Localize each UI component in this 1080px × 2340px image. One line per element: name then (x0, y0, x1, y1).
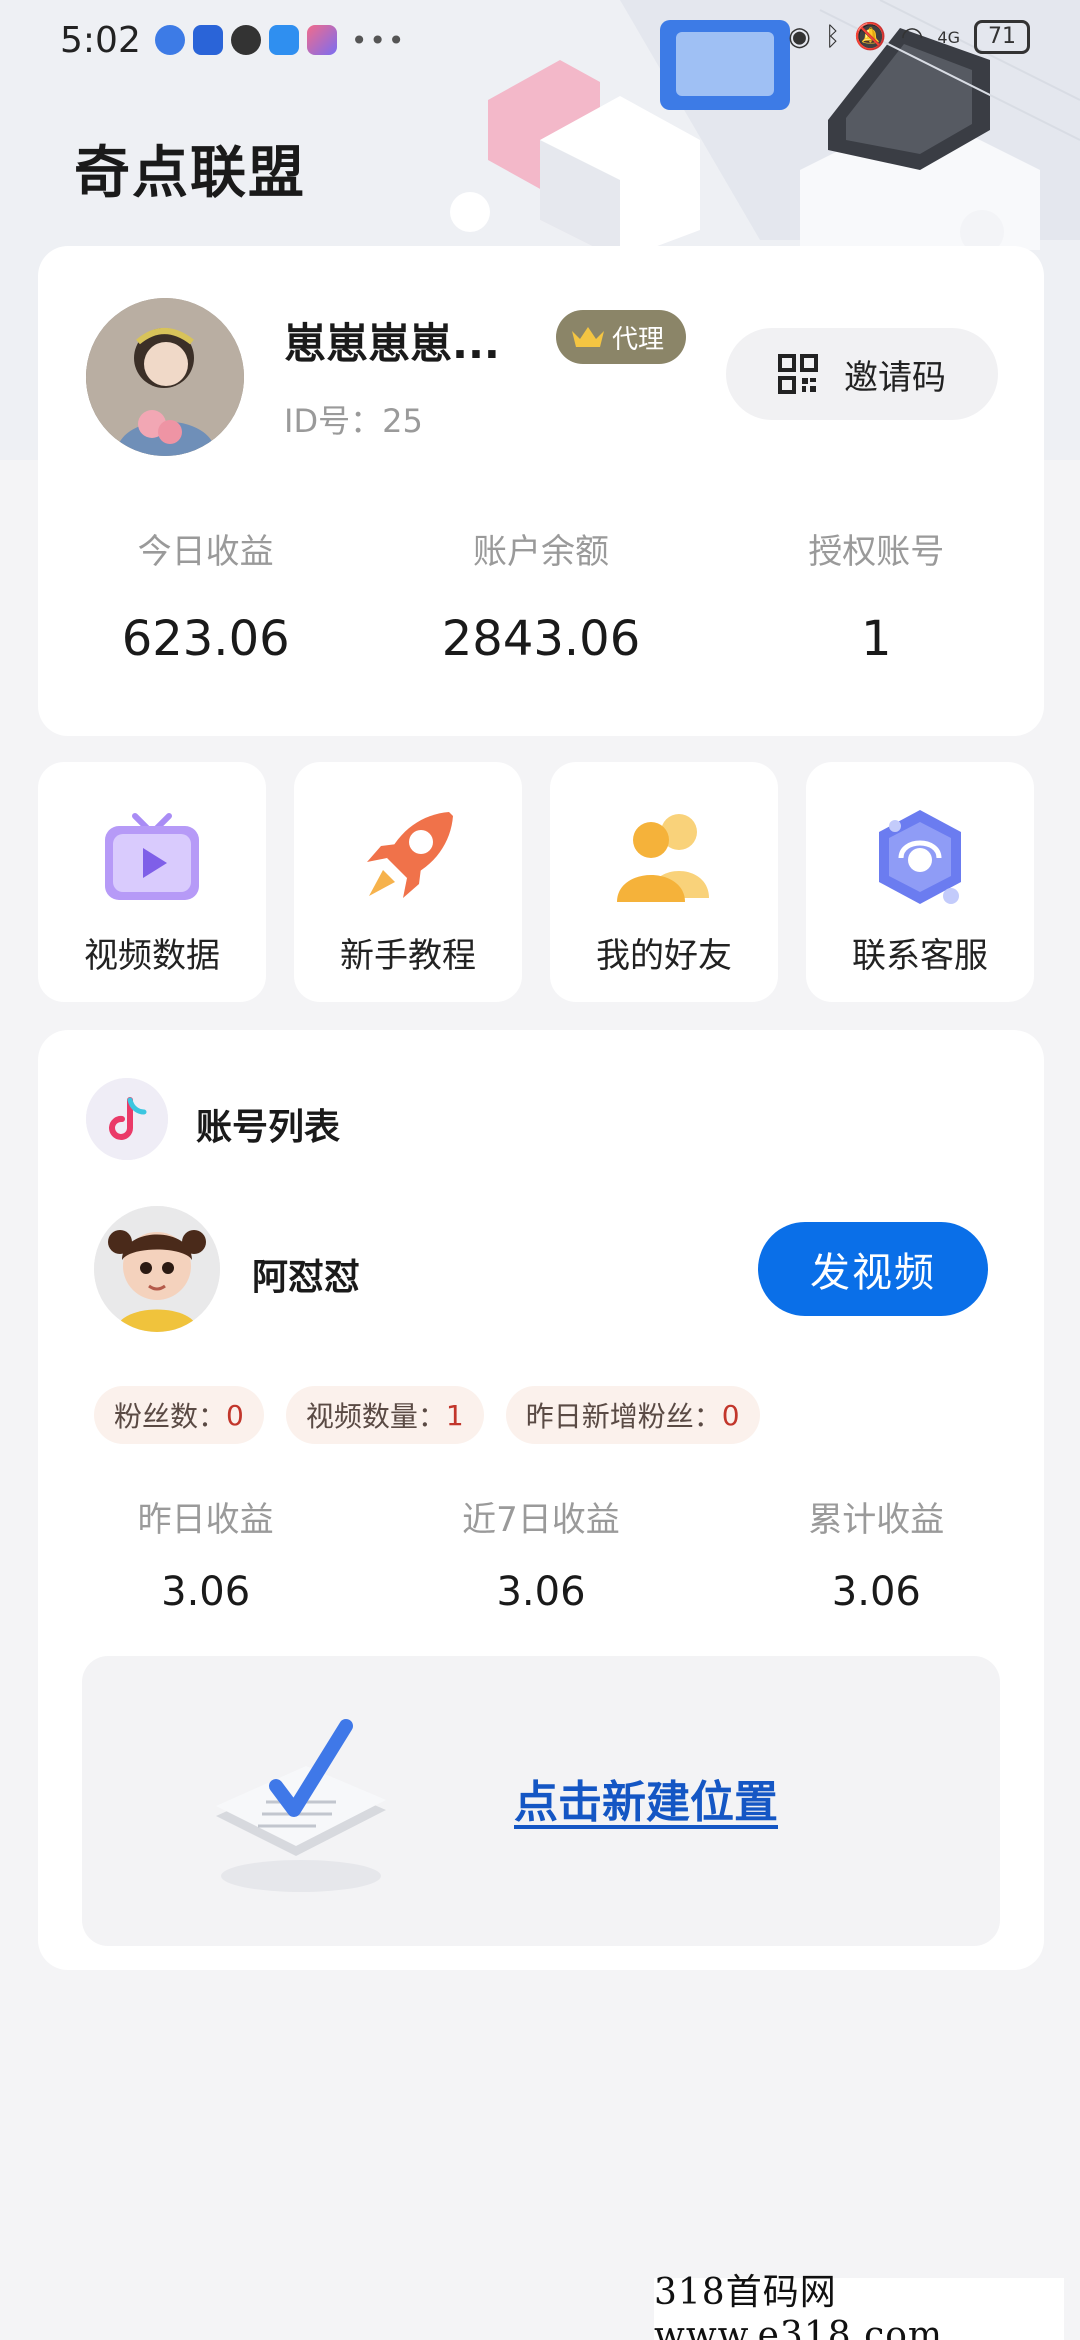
user-id: ID号：25 (284, 402, 423, 440)
account-tags: 粉丝数： 0 视频数量： 1 昨日新增粉丝： 0 (94, 1386, 760, 1444)
stat-7day-earnings: 近7日收益 3.06 (373, 1492, 708, 1615)
notification-icons: ••• (154, 23, 407, 57)
shortcut-label: 视频数据 (84, 936, 220, 976)
customer-service-icon (879, 810, 961, 904)
qr-code-icon (778, 354, 818, 394)
tag-value: 1 (445, 1398, 464, 1432)
new-followers-tag: 昨日新增粉丝： 0 (505, 1386, 760, 1444)
weather-icon (268, 25, 299, 55)
account-avatar[interactable] (94, 1206, 220, 1332)
douyin-icon (86, 1078, 168, 1160)
bulb-icon (192, 25, 223, 55)
stat-total-earnings: 累计收益 3.06 (709, 1492, 1044, 1615)
chat-icon (230, 25, 261, 55)
more-notifications-icon: ••• (350, 23, 407, 57)
battery-icon: 71 (974, 20, 1030, 54)
watermark: 318首码网 www.e318.com (654, 2272, 1064, 2340)
network-label: 4G (937, 27, 960, 47)
page-title: 奇点联盟 (74, 141, 306, 206)
stat-account-balance[interactable]: 账户余额 2843.06 (373, 524, 708, 667)
account-earnings-stats: 昨日收益 3.06 近7日收益 3.06 累计收益 3.06 (38, 1492, 1044, 1615)
stat-value: 3.06 (496, 1569, 586, 1615)
document-check-icon (216, 1719, 386, 1892)
wifi-icon: ◠ (900, 22, 924, 52)
stat-value: 623.06 (121, 611, 290, 667)
stat-value: 3.06 (161, 1569, 251, 1615)
stat-label: 授权账号 (808, 532, 945, 572)
tag-value: 0 (226, 1398, 244, 1432)
tag-value: 0 (721, 1398, 740, 1432)
tag-label: 视频数量： (305, 1400, 446, 1433)
new-position-panel[interactable]: 点击新建位置 (82, 1656, 1000, 1946)
invite-code-label: 邀请码 (844, 357, 946, 398)
friends-icon (617, 814, 709, 902)
stat-authorized-accounts[interactable]: 授权账号 1 (709, 524, 1044, 667)
status-right: ◉ ᛒ 🔕 ◠ 4G 71 (788, 20, 1030, 54)
stat-label: 近7日收益 (462, 1500, 620, 1540)
mute-bell-icon: 🔕 (854, 22, 887, 52)
stat-value: 2843.06 (441, 611, 641, 667)
account-name: 阿怼怼 (252, 1257, 361, 1298)
crown-icon (572, 327, 604, 347)
account-list-title: 账号列表 (196, 1107, 341, 1148)
status-time: 5:02 (60, 19, 141, 61)
rocket-icon (367, 812, 453, 898)
avatar[interactable] (86, 298, 244, 456)
stat-label: 账户余额 (472, 532, 609, 572)
new-position-link[interactable]: 点击新建位置 (514, 1766, 778, 1830)
post-video-button[interactable]: 发视频 (758, 1222, 988, 1316)
eye-icon: ◉ (788, 22, 811, 52)
shortcut-my-friends[interactable]: 我的好友 (550, 762, 778, 1002)
followers-tag: 粉丝数： 0 (94, 1386, 264, 1444)
agent-badge-label: 代理 (612, 324, 665, 355)
invite-code-button[interactable]: 邀请码 (726, 328, 998, 420)
stat-value: 3.06 (831, 1569, 921, 1615)
tag-label: 粉丝数： (114, 1400, 227, 1433)
stat-label: 累计收益 (808, 1500, 945, 1540)
video-count-tag: 视频数量： 1 (285, 1386, 484, 1444)
shortcut-label: 我的好友 (596, 936, 732, 976)
agent-badge: 代理 (556, 310, 687, 364)
bluetooth-icon: ᛒ (824, 22, 841, 52)
shortcut-tutorial[interactable]: 新手教程 (294, 762, 522, 1002)
shortcut-label: 联系客服 (852, 936, 988, 976)
profile-card: 崽崽崽崽... 代理 ID号：25 邀请码 今日收益 623.06 账户余额 2… (38, 246, 1044, 736)
shortcut-customer-service[interactable]: 联系客服 (806, 762, 1034, 1002)
account-list-card: 账号列表 阿怼怼 发视频 粉丝数： 0 视频数量： 1 昨日新增粉丝： 0 昨日… (38, 1030, 1044, 1970)
stat-value: 1 (861, 611, 892, 667)
stat-yesterday-earnings: 昨日收益 3.06 (38, 1492, 373, 1615)
tag-label: 昨日新增粉丝： (525, 1400, 722, 1433)
username: 崽崽崽崽... (284, 319, 500, 368)
app-icon (306, 25, 337, 55)
tv-play-icon (105, 813, 199, 900)
app-notification-icon (154, 25, 185, 55)
status-bar: 5:02 ••• ◉ ᛒ 🔕 ◠ 4G 71 (0, 0, 1080, 80)
shortcut-label: 新手教程 (340, 936, 476, 976)
stat-today-earnings[interactable]: 今日收益 623.06 (38, 524, 373, 667)
stat-label: 今日收益 (137, 532, 274, 572)
stat-label: 昨日收益 (137, 1500, 274, 1540)
shortcut-video-data[interactable]: 视频数据 (38, 762, 266, 1002)
profile-stats: 今日收益 623.06 账户余额 2843.06 授权账号 1 (38, 524, 1044, 667)
